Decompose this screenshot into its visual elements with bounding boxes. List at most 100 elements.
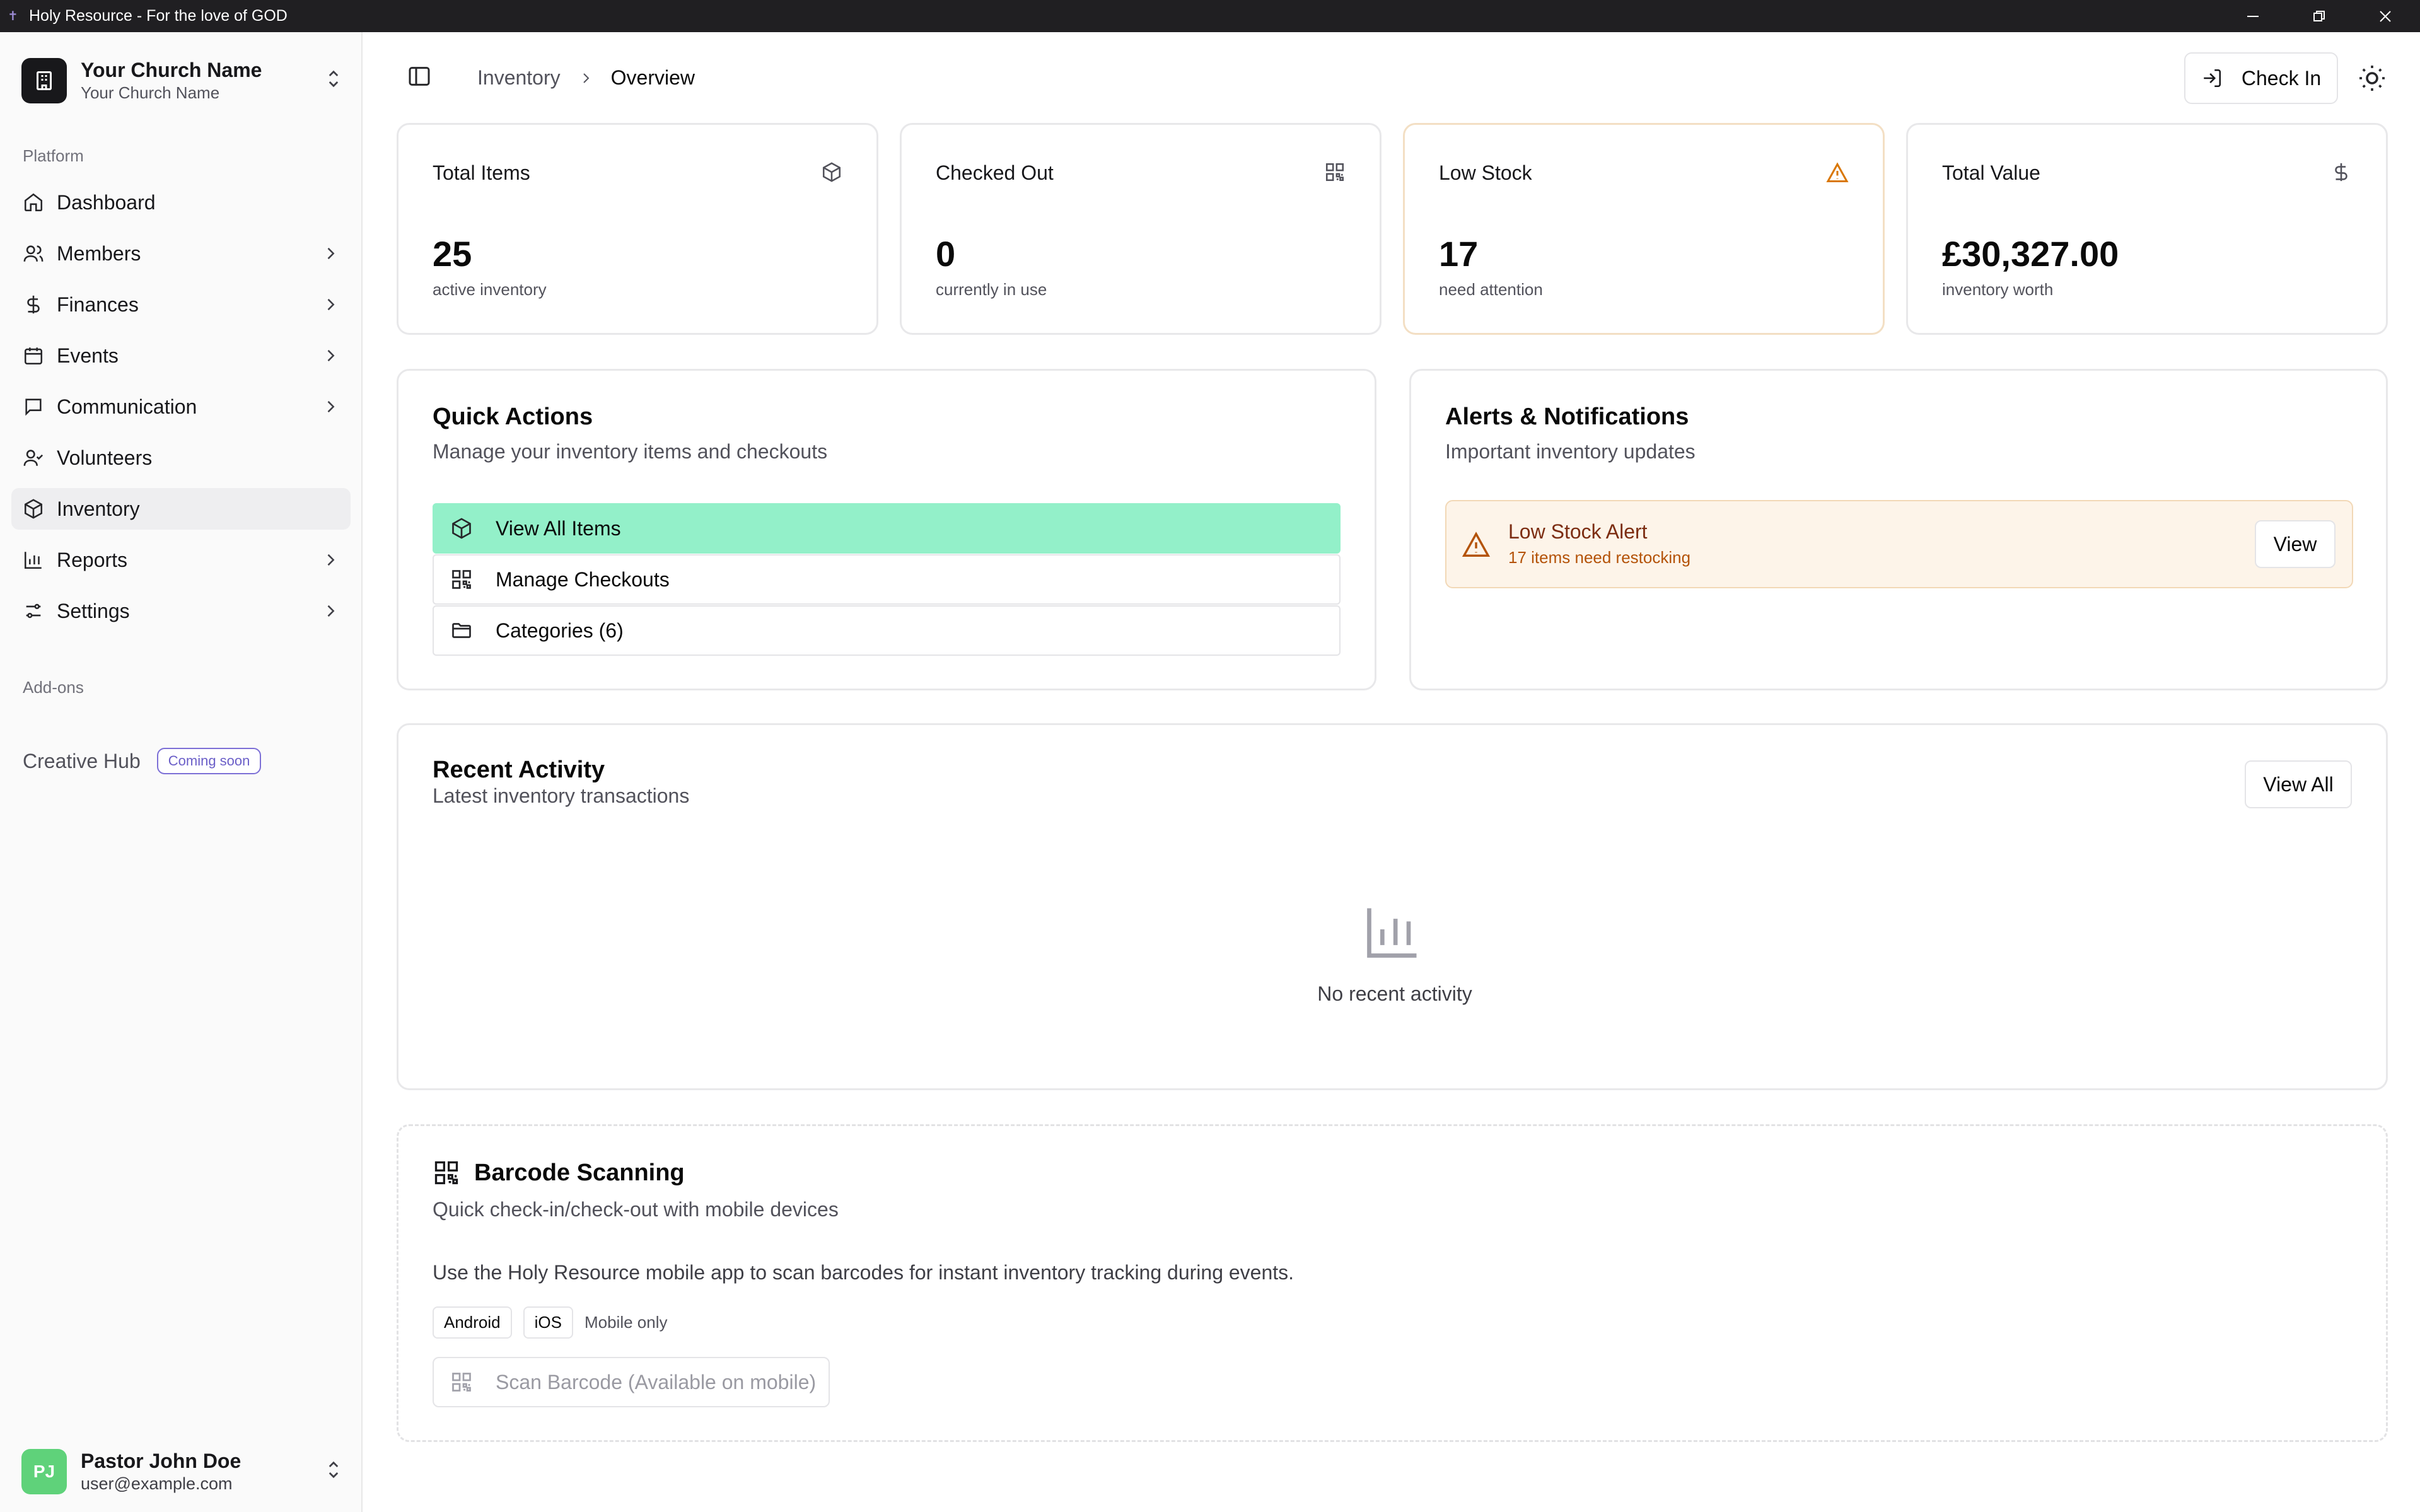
stat-subtitle: active inventory bbox=[433, 280, 547, 299]
theme-toggle-button[interactable] bbox=[2357, 63, 2387, 93]
chevron-right-icon bbox=[327, 298, 335, 311]
chevron-right-icon bbox=[578, 71, 593, 86]
close-icon bbox=[2380, 10, 2391, 22]
chevrons-up-down-icon bbox=[324, 66, 343, 91]
barcode-scanning-card: Barcode Scanning Quick check-in/check-ou… bbox=[397, 1124, 2388, 1442]
card-description: Manage your inventory items and checkout… bbox=[433, 440, 828, 463]
qr-code-icon bbox=[452, 570, 471, 589]
view-alert-button[interactable]: View bbox=[2255, 520, 2336, 568]
window-titlebar: ✝ Holy Resource - For the love of GOD bbox=[0, 0, 2420, 32]
addon-creative-hub: Creative Hub Coming soon bbox=[23, 748, 262, 774]
sidebar: Your Church Name Your Church Name Platfo… bbox=[0, 32, 363, 1512]
stat-card-total-value: Total Value £30,327.00 inventory worth bbox=[1906, 123, 2388, 335]
breadcrumb-inventory[interactable]: Inventory bbox=[477, 66, 561, 90]
stat-value: £30,327.00 bbox=[1942, 234, 2119, 274]
user-name: Pastor John Doe bbox=[81, 1450, 241, 1472]
package-icon bbox=[24, 499, 43, 519]
bar-chart-icon bbox=[24, 552, 42, 569]
app-icon: ✝ bbox=[8, 9, 18, 23]
stat-card-low-stock: Low Stock 17 need attention bbox=[1403, 123, 1885, 335]
chevron-right-icon bbox=[327, 247, 335, 260]
chevron-right-icon bbox=[327, 605, 335, 617]
stat-subtitle: need attention bbox=[1439, 280, 1543, 299]
qr-code-icon bbox=[452, 1373, 471, 1392]
user-menu[interactable]: PJ Pastor John Doe user@example.com bbox=[21, 1443, 343, 1500]
minimize-button[interactable] bbox=[2221, 0, 2284, 32]
card-title: Recent Activity bbox=[433, 757, 605, 783]
stat-value: 17 bbox=[1439, 234, 1479, 274]
restore-button[interactable] bbox=[2288, 0, 2351, 32]
sun-icon bbox=[2359, 66, 2385, 91]
card-description: Important inventory updates bbox=[1445, 440, 1696, 463]
view-all-items-button[interactable]: View All Items bbox=[433, 503, 1341, 554]
addon-label: Creative Hub bbox=[23, 749, 141, 772]
alerts-card: Alerts & Notifications Important invento… bbox=[1409, 369, 2388, 690]
user-email: user@example.com bbox=[81, 1474, 233, 1493]
header: Inventory Overview Check In bbox=[364, 32, 2420, 123]
empty-state-text: No recent activity bbox=[1317, 982, 1472, 1005]
quick-action-label: Categories (6) bbox=[496, 619, 624, 642]
check-in-label: Check In bbox=[2241, 66, 2322, 90]
check-in-button[interactable]: Check In bbox=[2184, 52, 2338, 104]
scan-barcode-button[interactable]: Scan Barcode (Available on mobile) bbox=[433, 1357, 830, 1407]
sidebar-item-label: Events bbox=[57, 344, 119, 367]
card-title: Alerts & Notifications bbox=[1445, 404, 1689, 430]
tag-android: Android bbox=[433, 1306, 512, 1339]
sidebar-item-dashboard[interactable]: Dashboard bbox=[11, 182, 351, 223]
dollar-icon bbox=[27, 295, 40, 314]
barcode-title: Barcode Scanning bbox=[433, 1159, 685, 1187]
chevron-right-icon bbox=[327, 349, 335, 362]
volunteer-icon bbox=[23, 450, 44, 466]
package-icon bbox=[822, 162, 841, 182]
sidebar-item-finances[interactable]: Finances bbox=[11, 284, 351, 325]
sidebar-item-label: Inventory bbox=[57, 497, 140, 520]
stat-subtitle: currently in use bbox=[936, 280, 1047, 299]
sidebar-item-label: Communication bbox=[57, 395, 197, 418]
chevrons-up-down-icon bbox=[324, 1457, 343, 1482]
sliders-icon bbox=[26, 603, 41, 619]
view-all-activity-button[interactable]: View All bbox=[2245, 760, 2352, 808]
stat-title: Checked Out bbox=[936, 161, 1054, 184]
package-icon bbox=[452, 518, 471, 539]
sidebar-item-label: Reports bbox=[57, 548, 128, 571]
quick-actions-card: Quick Actions Manage your inventory item… bbox=[397, 369, 1376, 690]
qr-code-icon bbox=[434, 1161, 458, 1185]
sidebar-item-reports[interactable]: Reports bbox=[11, 539, 351, 581]
tag-ios: iOS bbox=[523, 1306, 573, 1339]
log-in-icon bbox=[2204, 69, 2221, 88]
card-description: Latest inventory transactions bbox=[433, 784, 690, 807]
sidebar-item-inventory[interactable]: Inventory bbox=[11, 488, 351, 530]
restore-icon bbox=[2313, 10, 2325, 21]
stat-card-total-items: Total Items 25 active inventory bbox=[397, 123, 878, 335]
stat-value: 25 bbox=[433, 234, 472, 274]
sidebar-item-settings[interactable]: Settings bbox=[11, 590, 351, 632]
sidebar-item-volunteers[interactable]: Volunteers bbox=[11, 437, 351, 479]
breadcrumb: Inventory Overview bbox=[477, 66, 695, 90]
org-switcher[interactable]: Your Church Name Your Church Name bbox=[21, 52, 343, 109]
stat-card-checked-out: Checked Out 0 currently in use bbox=[900, 123, 1382, 335]
categories-button[interactable]: Categories (6) bbox=[433, 605, 1341, 656]
alert-detail: 17 items need restocking bbox=[1508, 548, 1691, 567]
recent-activity-card: Recent Activity Latest inventory transac… bbox=[397, 723, 2388, 1090]
folder-icon bbox=[452, 623, 471, 638]
sidebar-item-members[interactable]: Members bbox=[11, 233, 351, 274]
avatar: PJ bbox=[21, 1449, 67, 1494]
card-title: Quick Actions bbox=[433, 404, 593, 430]
scan-barcode-label: Scan Barcode (Available on mobile) bbox=[496, 1370, 817, 1393]
stat-title: Total Value bbox=[1942, 161, 2040, 184]
sidebar-toggle-button[interactable] bbox=[407, 64, 432, 89]
sidebar-item-events[interactable]: Events bbox=[11, 335, 351, 376]
stat-title: Low Stock bbox=[1439, 161, 1532, 184]
section-label-platform: Platform bbox=[23, 146, 84, 165]
breadcrumb-current: Overview bbox=[610, 66, 695, 89]
close-button[interactable] bbox=[2354, 0, 2417, 32]
bar-chart-icon bbox=[1367, 908, 1417, 958]
stat-subtitle: inventory worth bbox=[1942, 280, 2054, 299]
quick-action-label: View All Items bbox=[496, 516, 621, 540]
qr-code-icon bbox=[1325, 163, 1344, 182]
sidebar-item-label: Dashboard bbox=[57, 190, 156, 214]
sidebar-item-communication[interactable]: Communication bbox=[11, 386, 351, 427]
manage-checkouts-button[interactable]: Manage Checkouts bbox=[433, 554, 1341, 605]
panel-left-icon bbox=[409, 67, 430, 86]
calendar-icon bbox=[24, 347, 43, 365]
